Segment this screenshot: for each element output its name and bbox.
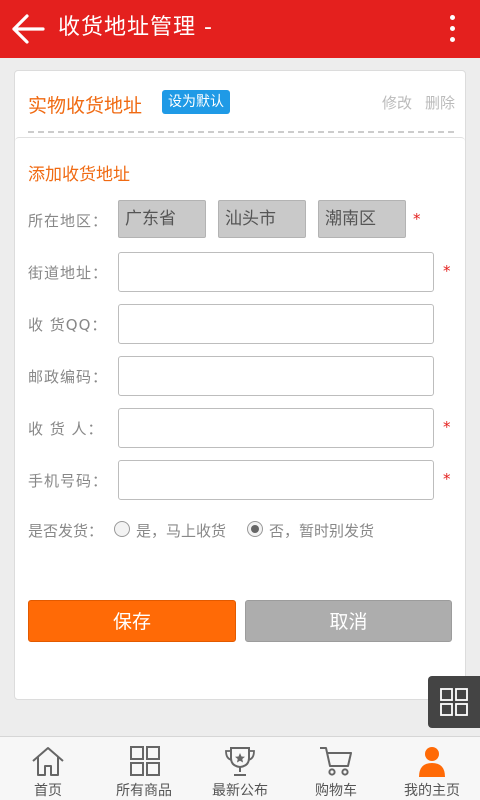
home-icon: [32, 747, 64, 776]
phone-label: 手机号码：: [28, 472, 109, 490]
address-panel: 实物收货地址 设为默认 修改 删除 添加收货地址 所在地区： 广东省 汕头市 潮…: [14, 70, 466, 700]
add-address-form: 添加收货地址 所在地区： 广东省 汕头市 潮南区 * 街道地址： * 收 货QQ…: [15, 137, 465, 699]
set-default-button[interactable]: 设为默认: [162, 90, 230, 114]
back-arrow-icon[interactable]: [10, 12, 46, 46]
nav-item-my-home[interactable]: 我的主页: [384, 737, 480, 800]
province-select[interactable]: 广东省: [118, 200, 206, 238]
nav-item-cart[interactable]: 购物车: [288, 737, 384, 800]
nav-item-latest[interactable]: 最新公布: [192, 737, 288, 800]
ship-yes-radio[interactable]: [114, 521, 130, 537]
ship-no-label[interactable]: 否，暂时别发货: [269, 520, 374, 541]
phone-input[interactable]: [118, 460, 434, 500]
ship-no-radio[interactable]: [247, 521, 263, 537]
required-mark: *: [413, 210, 421, 228]
nav-label: 最新公布: [212, 783, 268, 799]
grid-menu-icon[interactable]: [428, 676, 480, 728]
user-icon: [419, 747, 445, 777]
nav-item-home[interactable]: 首页: [0, 737, 96, 800]
required-mark: *: [443, 470, 451, 488]
page-title: 收货地址管理 -: [58, 15, 213, 40]
save-button[interactable]: 保存: [28, 600, 236, 642]
street-label: 街道地址：: [28, 264, 109, 282]
cart-icon: [320, 747, 352, 776]
required-mark: *: [443, 262, 451, 280]
qq-input[interactable]: [118, 304, 434, 344]
cancel-button[interactable]: 取消: [245, 600, 452, 642]
receiver-input[interactable]: [118, 408, 434, 448]
postcode-input[interactable]: [118, 356, 434, 396]
city-select[interactable]: 汕头市: [218, 200, 306, 238]
nav-label: 我的主页: [404, 783, 460, 799]
receiver-label: 收 货 人：: [28, 420, 104, 438]
required-mark: *: [443, 418, 451, 436]
nav-item-all-products[interactable]: 所有商品: [96, 737, 192, 800]
bottom-nav: 首页 所有商品 最新公布 购物车 我的主页: [0, 736, 480, 800]
ship-yes-label[interactable]: 是，马上收货: [136, 520, 226, 541]
dashed-divider: [28, 131, 454, 133]
street-input[interactable]: [118, 252, 434, 292]
address-card-title: 实物收货地址: [28, 95, 143, 117]
nav-label: 购物车: [315, 783, 357, 799]
trophy-icon: [225, 747, 255, 776]
postcode-label: 邮政编码：: [28, 368, 109, 386]
edit-address-link[interactable]: 修改: [382, 92, 412, 113]
qq-label: 收 货QQ：: [28, 316, 108, 334]
delete-address-link[interactable]: 删除: [425, 92, 455, 113]
region-label: 所在地区：: [28, 212, 109, 230]
ship-label: 是否发货：: [28, 522, 104, 540]
district-select[interactable]: 潮南区: [318, 200, 406, 238]
form-heading: 添加收货地址: [28, 165, 130, 185]
grid-icon: [130, 746, 160, 776]
nav-label: 首页: [34, 783, 62, 799]
nav-label: 所有商品: [116, 783, 172, 799]
more-menu-icon[interactable]: [440, 12, 464, 46]
app-header: 收货地址管理 -: [0, 0, 480, 58]
